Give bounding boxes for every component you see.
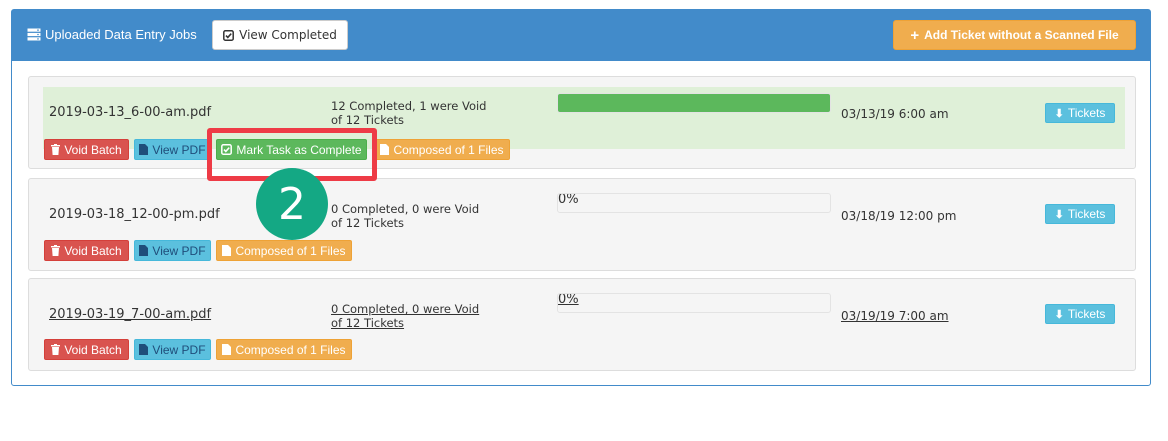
panel-title: Uploaded Data Entry Jobs <box>27 27 197 42</box>
composed-files-label: Composed of 1 Files <box>393 142 504 157</box>
arrow-down-icon: ⬇ <box>1054 208 1064 221</box>
job-status: 12 Completed, 1 were Void of 12 Tickets <box>331 99 487 127</box>
void-batch-button[interactable]: Void Batch <box>44 139 129 160</box>
file-icon <box>380 144 390 155</box>
add-ticket-button[interactable]: + Add Ticket without a Scanned File <box>893 20 1136 50</box>
check-square-icon <box>223 29 235 41</box>
job-row: 2019-03-19_7-00-am.pdf 0 Completed, 0 we… <box>28 278 1136 371</box>
tickets-label: Tickets <box>1067 106 1106 120</box>
tickets-button[interactable]: ⬇ Tickets <box>1045 103 1115 123</box>
view-pdf-button[interactable]: View PDF <box>134 240 211 261</box>
composed-files-button[interactable]: Composed of 1 Files <box>216 339 352 360</box>
plus-icon: + <box>910 26 920 44</box>
panel-title-text: Uploaded Data Entry Jobs <box>45 27 197 42</box>
file-icon <box>222 344 232 355</box>
job-date: 03/13/19 6:00 am <box>841 107 949 121</box>
void-batch-button[interactable]: Void Batch <box>44 240 129 261</box>
trash-icon <box>51 144 61 155</box>
job-status-line1: 0 Completed, 0 were Void <box>331 202 480 216</box>
tickets-label: Tickets <box>1067 207 1106 221</box>
view-pdf-button[interactable]: View PDF <box>134 339 211 360</box>
file-icon <box>139 144 149 155</box>
tickets-label: Tickets <box>1067 307 1106 321</box>
trash-icon <box>51 245 61 256</box>
job-progress-bar: 0% <box>557 193 831 213</box>
view-pdf-label: View PDF <box>152 142 206 157</box>
panel-heading: Uploaded Data Entry Jobs View Completed … <box>12 10 1150 61</box>
job-filename[interactable]: 2019-03-19_7-00-am.pdf <box>49 307 211 322</box>
job-progress-fill <box>558 94 830 112</box>
job-main-row: 2019-03-18_12-00-pm.pdf 0 Completed, 0 w… <box>43 183 1125 245</box>
job-progress-label: 0% <box>558 193 579 207</box>
void-batch-button[interactable]: Void Batch <box>44 339 129 360</box>
composed-files-button[interactable]: Composed of 1 Files <box>374 139 510 160</box>
arrow-down-icon: ⬇ <box>1054 308 1064 321</box>
job-row: 2019-03-13_6-00-am.pdf 12 Completed, 1 w… <box>28 76 1136 169</box>
job-progress-bar: 0% <box>557 293 831 313</box>
job-progress-bar <box>557 93 831 113</box>
job-progress-label: 0% <box>558 293 579 307</box>
view-pdf-label: View PDF <box>152 243 206 258</box>
file-icon <box>139 344 149 355</box>
composed-files-label: Composed of 1 Files <box>235 243 346 258</box>
tickets-button[interactable]: ⬇ Tickets <box>1045 204 1115 224</box>
void-batch-label: Void Batch <box>64 342 122 357</box>
tickets-button[interactable]: ⬇ Tickets <box>1045 304 1115 324</box>
add-ticket-label: Add Ticket without a Scanned File <box>924 28 1119 42</box>
file-icon <box>139 245 149 256</box>
job-date: 03/19/19 7:00 am <box>841 309 949 323</box>
job-status-line2: of 12 Tickets <box>331 113 405 127</box>
job-status: 0 Completed, 0 were Void of 12 Tickets <box>331 202 479 230</box>
view-completed-label: View Completed <box>239 28 337 42</box>
server-icon <box>27 28 41 41</box>
job-status-line1: 12 Completed, 1 were Void <box>331 99 487 113</box>
composed-files-label: Composed of 1 Files <box>235 342 346 357</box>
void-batch-label: Void Batch <box>64 142 122 157</box>
composed-files-button[interactable]: Composed of 1 Files <box>216 240 352 261</box>
job-row: 2019-03-18_12-00-pm.pdf 0 Completed, 0 w… <box>28 178 1136 271</box>
data-entry-jobs-panel: Uploaded Data Entry Jobs View Completed … <box>11 9 1151 386</box>
job-status: 0 Completed, 0 were Void of 12 Tickets <box>331 302 479 330</box>
arrow-down-icon: ⬇ <box>1054 107 1064 120</box>
job-main-row: 2019-03-19_7-00-am.pdf 0 Completed, 0 we… <box>43 283 1125 345</box>
void-batch-label: Void Batch <box>64 243 122 258</box>
job-filename[interactable]: 2019-03-13_6-00-am.pdf <box>49 105 211 120</box>
job-status-line2: of 12 Tickets <box>331 316 405 330</box>
step-number-badge: 2 <box>256 168 328 240</box>
job-filename[interactable]: 2019-03-18_12-00-pm.pdf <box>49 207 220 222</box>
file-icon <box>222 245 232 256</box>
trash-icon <box>51 344 61 355</box>
job-status-line2: of 12 Tickets <box>331 216 405 230</box>
job-status-line1: 0 Completed, 0 were Void <box>331 302 480 316</box>
view-pdf-label: View PDF <box>152 342 206 357</box>
view-completed-button[interactable]: View Completed <box>212 20 348 50</box>
job-date: 03/18/19 12:00 pm <box>841 209 957 223</box>
view-pdf-button[interactable]: View PDF <box>134 139 211 160</box>
